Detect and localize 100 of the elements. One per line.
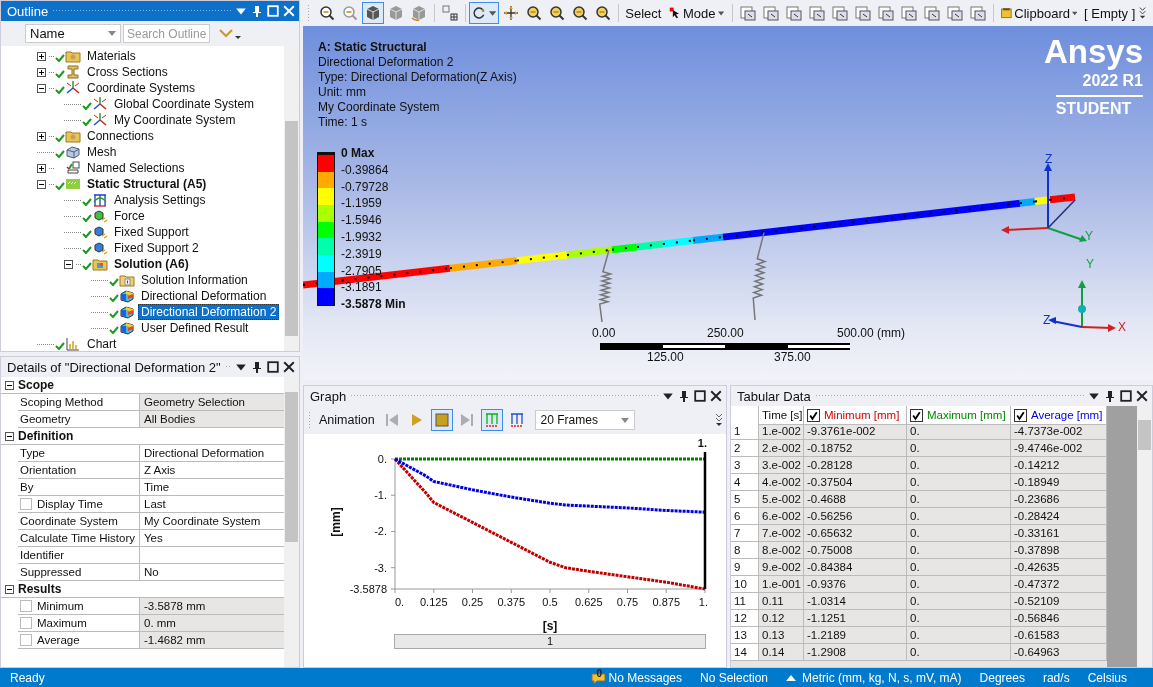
collapse-icon[interactable] — [37, 179, 46, 189]
clipboard-button[interactable]: Clipboard — [997, 2, 1082, 24]
tree-item[interactable]: Force — [111, 208, 148, 224]
tree-item[interactable]: Global Coordinate System — [111, 96, 258, 112]
pin-icon[interactable] — [678, 390, 690, 402]
graphics-viewport[interactable] — [303, 28, 1153, 380]
tree-item[interactable]: Solution (A6) — [111, 256, 192, 272]
unit-system[interactable]: Metric (mm, kg, N, s, mV, mA) — [802, 670, 962, 685]
table-cell: 3.e-002 — [759, 457, 804, 474]
expand-icon[interactable] — [37, 163, 46, 173]
table-cell: 4.e-002 — [759, 474, 804, 491]
collapse-icon[interactable] — [5, 431, 14, 441]
property-value[interactable]: Z Axis — [140, 462, 284, 478]
rotation-unit[interactable]: rad/s — [1042, 670, 1070, 685]
checkbox[interactable] — [1014, 408, 1027, 422]
tree-item[interactable]: Directional Deformation — [138, 288, 270, 304]
scrollbar[interactable] — [284, 46, 299, 351]
checkbox[interactable] — [910, 408, 923, 422]
tree-item[interactable]: Analysis Settings — [111, 192, 209, 208]
checkbox[interactable] — [20, 617, 32, 629]
pin-icon[interactable] — [251, 361, 263, 373]
toolbar-button[interactable]: Select — [622, 2, 664, 24]
checkbox[interactable] — [20, 498, 32, 510]
tree-item[interactable]: Directional Deformation 2 — [138, 304, 280, 320]
property-label: Maximum — [37, 617, 87, 629]
cube-button[interactable] — [361, 2, 384, 24]
property-value[interactable]: -3.5878 mm — [140, 598, 284, 614]
grip-handle[interactable] — [308, 411, 312, 429]
messages-status[interactable]: No Messages — [608, 670, 682, 685]
tree-item[interactable]: Connections — [84, 128, 157, 144]
grip-handle[interactable] — [814, 394, 1084, 398]
stop-button[interactable] — [430, 409, 453, 431]
timeline-bar[interactable]: 1 — [394, 634, 706, 649]
maximize-icon[interactable] — [267, 361, 279, 373]
property-value[interactable]: My Coordinate System — [140, 513, 284, 529]
search-field[interactable]: Search Outline — [123, 24, 210, 43]
property-value[interactable]: No — [140, 564, 284, 580]
chevron-icon[interactable] — [218, 27, 242, 40]
checkbox[interactable] — [20, 600, 32, 612]
property-value[interactable]: Directional Deformation — [140, 445, 284, 461]
tree-item[interactable]: User Defined Result — [138, 320, 252, 336]
close-icon[interactable] — [283, 361, 295, 373]
table-cell: 0. — [907, 423, 1011, 440]
maximize-icon[interactable] — [694, 390, 706, 402]
close-icon[interactable] — [1136, 390, 1148, 402]
time-marker[interactable] — [703, 452, 707, 589]
scrollbar[interactable] — [284, 377, 299, 667]
tree-item[interactable]: Solution Information — [138, 272, 251, 288]
grip-handle[interactable] — [350, 394, 658, 398]
tree-item[interactable]: Chart — [84, 336, 120, 352]
column-header[interactable]: Maximum [mm] — [907, 406, 1011, 425]
collapse-icon[interactable] — [5, 380, 14, 390]
scrollbar[interactable] — [1137, 406, 1152, 667]
column-header[interactable]: Minimum [mm] — [804, 406, 907, 425]
property-value[interactable]: All Bodies — [140, 411, 284, 427]
toolbar-button[interactable]: [ Empty ] — [1082, 2, 1137, 24]
expand-icon[interactable] — [37, 51, 46, 61]
collapse-icon[interactable] — [64, 259, 73, 269]
analysis-icon — [65, 176, 81, 192]
property-value[interactable]: Yes — [140, 530, 284, 546]
frames-dropdown[interactable]: 20 Frames — [534, 410, 635, 430]
legend-label: -1.1959 — [341, 195, 383, 213]
tree-item[interactable]: Named Selections — [84, 160, 188, 176]
angle-unit[interactable]: Degrees — [979, 670, 1025, 685]
distributed-button[interactable] — [480, 409, 503, 431]
property-value[interactable]: Last — [140, 496, 284, 512]
overflow-icon[interactable] — [1137, 6, 1147, 20]
close-icon[interactable] — [710, 390, 722, 402]
pin-icon[interactable] — [1104, 390, 1116, 402]
temperature-unit[interactable]: Celsius — [1087, 670, 1127, 685]
property-value[interactable]: Time — [140, 479, 284, 495]
column-header[interactable]: Time [s] — [759, 406, 804, 425]
overflow-icon[interactable] — [714, 413, 724, 427]
tree-item[interactable]: Coordinate Systems — [84, 80, 199, 96]
property-value[interactable]: -1.4682 mm — [140, 632, 284, 648]
message-icon[interactable] — [590, 670, 607, 685]
rotate-button[interactable] — [469, 2, 500, 24]
collapse-icon[interactable] — [37, 83, 46, 93]
caret-up-icon[interactable] — [786, 674, 797, 681]
tree-item[interactable]: Static Structural (A5) — [84, 176, 210, 192]
grip-handle[interactable] — [52, 9, 231, 13]
property-value[interactable]: Geometry Selection — [140, 394, 284, 410]
tree-item[interactable]: Cross Sections — [84, 64, 171, 80]
grip-handle[interactable] — [307, 4, 311, 22]
checkbox[interactable] — [20, 634, 32, 646]
mode-button[interactable]: Mode — [664, 2, 728, 24]
tree-item[interactable]: Materials — [84, 48, 139, 64]
maximize-icon[interactable] — [1120, 390, 1132, 402]
filter-dropdown[interactable]: Name — [25, 24, 121, 43]
tree-item[interactable]: Mesh — [84, 144, 120, 160]
tree-item[interactable]: My Coordinate System — [111, 112, 239, 128]
collapse-icon[interactable] — [5, 584, 14, 594]
checkbox[interactable] — [807, 408, 820, 422]
expand-icon[interactable] — [37, 131, 46, 141]
property-value[interactable]: 0. mm — [140, 615, 284, 631]
column-header[interactable]: Average [mm] — [1011, 406, 1107, 425]
tree-item[interactable]: Fixed Support 2 — [111, 240, 202, 256]
row-number: 9 — [731, 559, 759, 576]
expand-icon[interactable] — [37, 67, 46, 77]
tree-item[interactable]: Fixed Support — [111, 224, 192, 240]
